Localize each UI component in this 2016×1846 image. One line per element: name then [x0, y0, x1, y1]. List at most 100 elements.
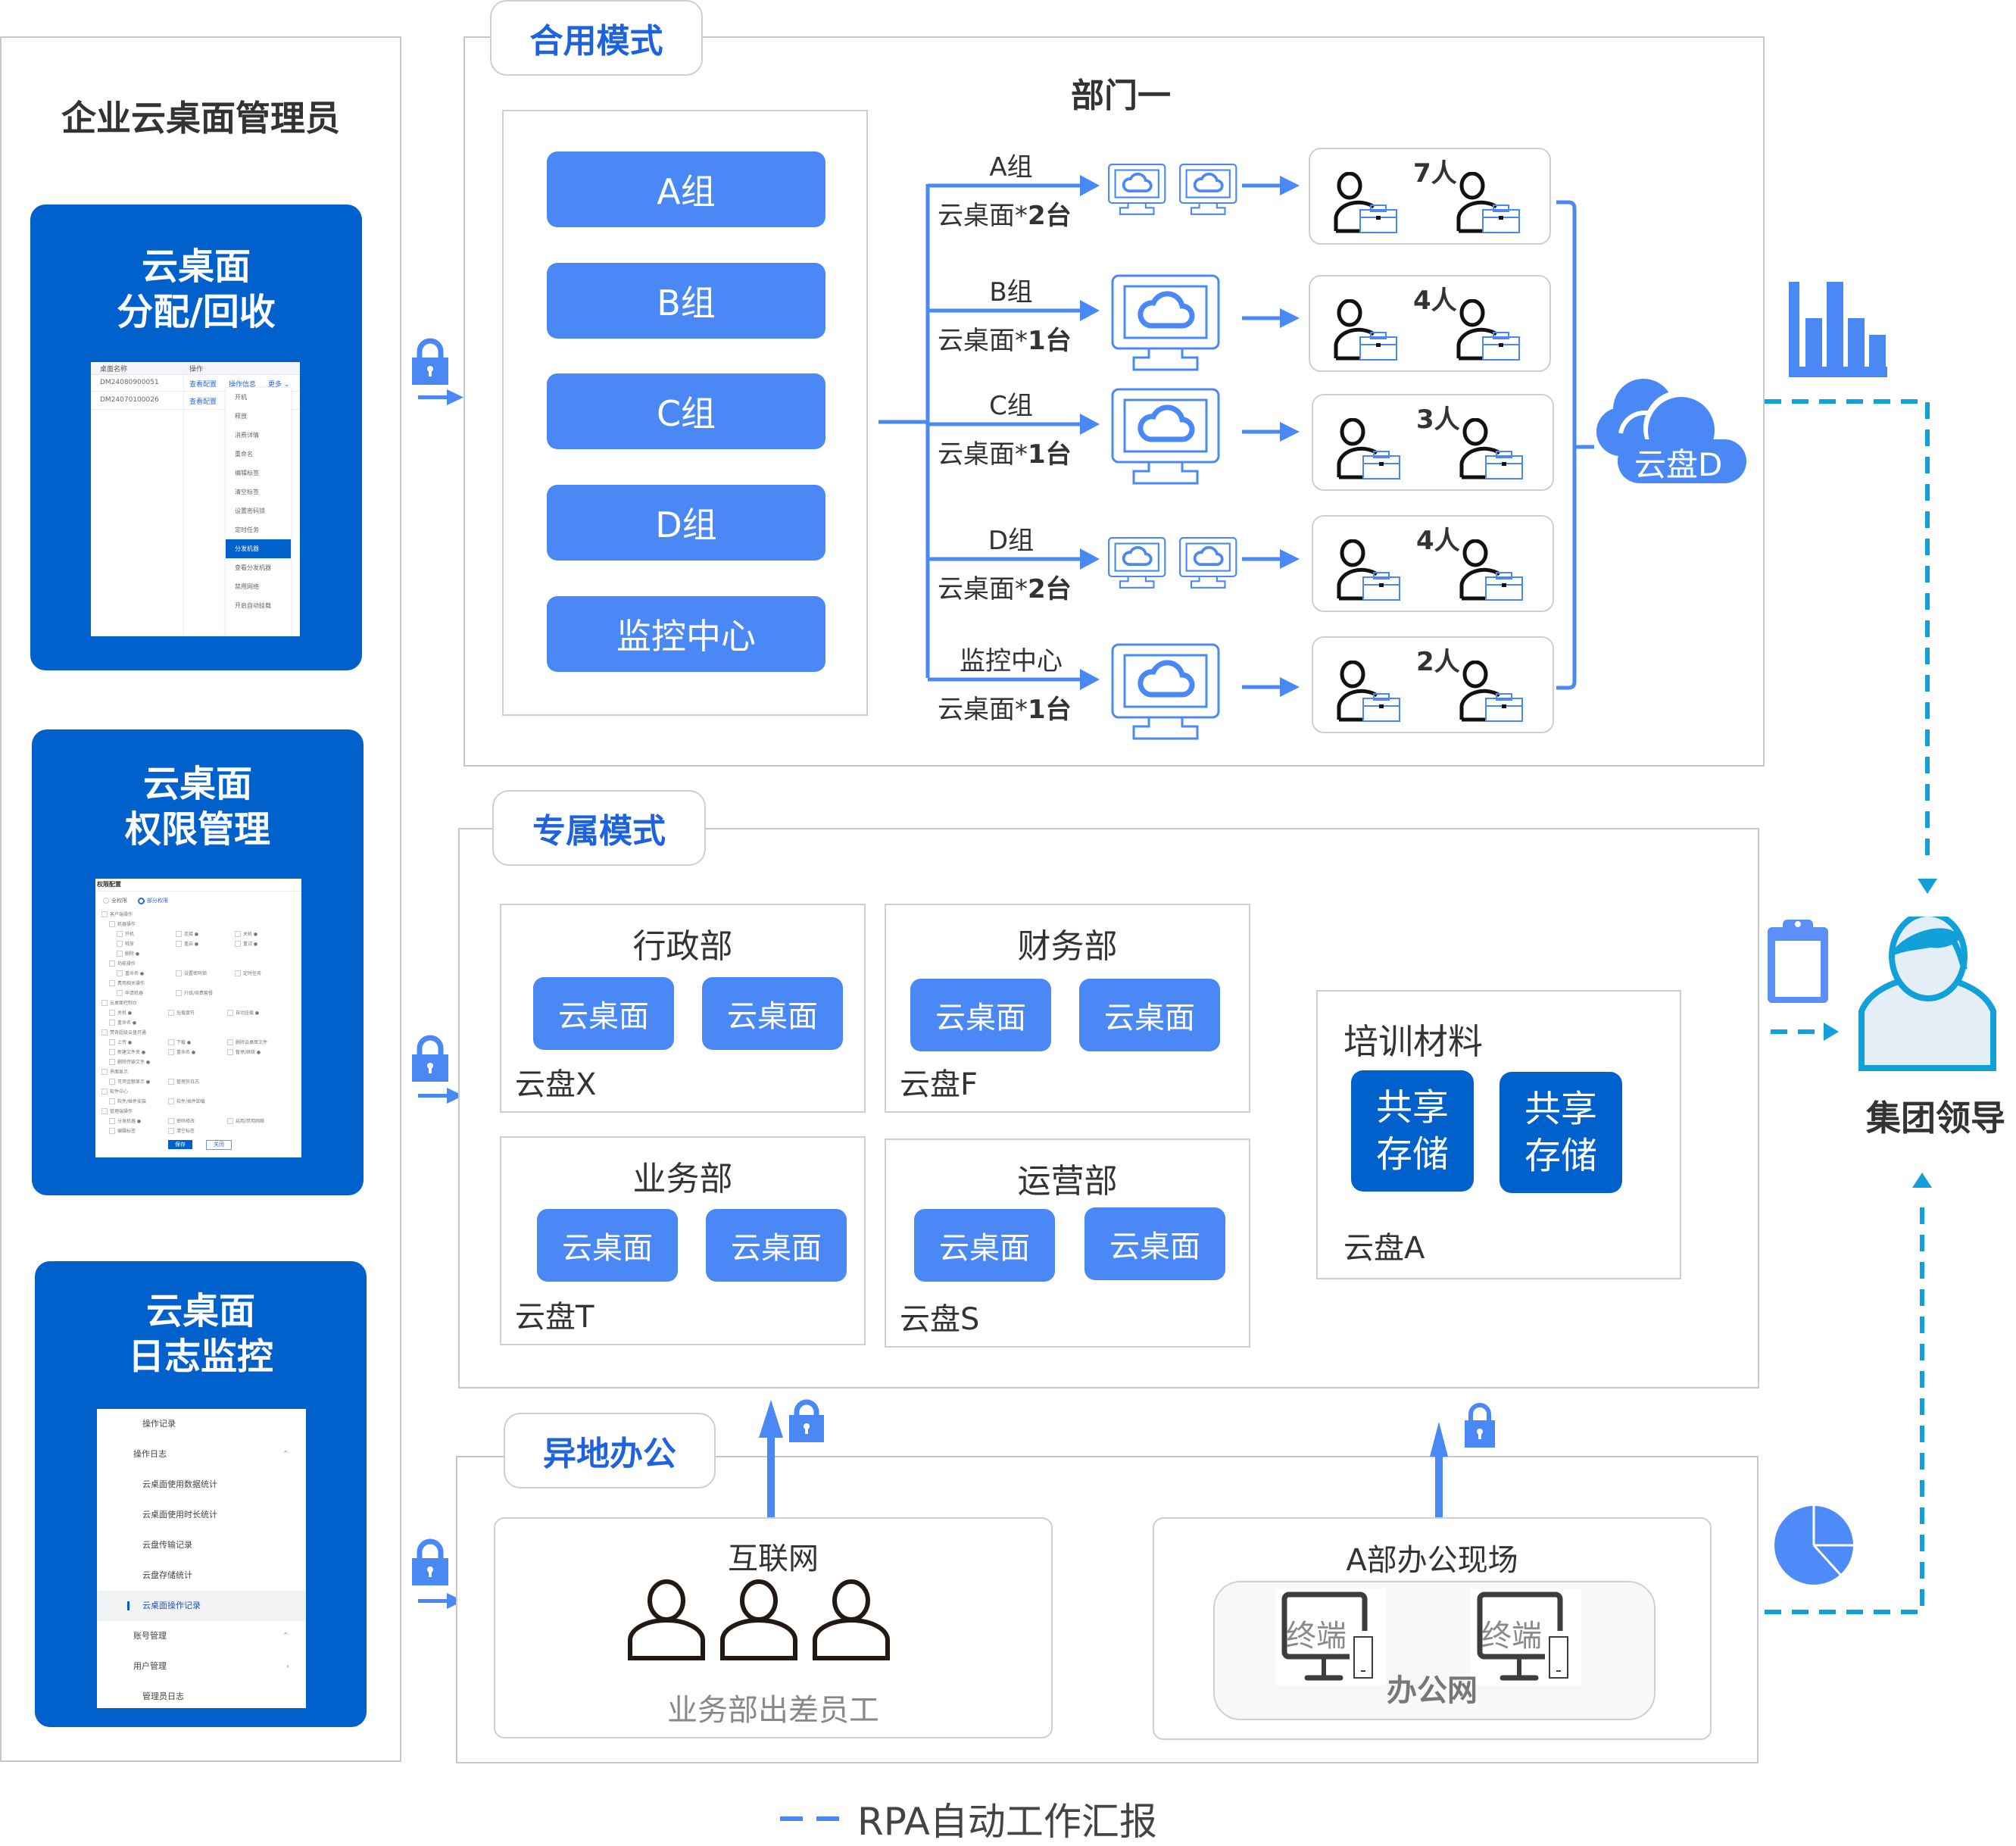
permission-row: 删除 ●: [101, 948, 300, 958]
cloud-desktop-button[interactable]: 云桌面: [1079, 979, 1220, 1051]
permission-checkbox[interactable]: 开机: [117, 930, 134, 937]
menu-item[interactable]: 重命名: [226, 445, 291, 464]
log-menu-item[interactable]: 云桌面使用数据统计: [97, 1470, 306, 1500]
permission-checkbox[interactable]: 软件/插件安装: [109, 1098, 146, 1104]
permission-checkbox[interactable]: 挂载盘符: [168, 1009, 195, 1016]
permission-checkbox[interactable]: 清空标签: [168, 1127, 195, 1134]
cloud-desktop-button[interactable]: 云桌面: [706, 1209, 847, 1282]
permission-checkbox[interactable]: 重启 ●: [176, 940, 198, 947]
menu-item[interactable]: 查看分发机器: [226, 558, 291, 577]
permission-checkbox[interactable]: 自动挂载 ●: [227, 1009, 259, 1016]
cloud-desktop-button[interactable]: 云桌面: [914, 1209, 1055, 1282]
permission-checkbox[interactable]: 暂停/继续 ●: [227, 1048, 261, 1055]
permission-row: 释放 重启 ● 重试 ●: [101, 939, 300, 948]
permission-checkbox[interactable]: 管理员日志: [168, 1078, 199, 1085]
permission-checkbox[interactable]: 上传 ●: [109, 1039, 132, 1045]
permission-checkbox[interactable]: 密码修改: [168, 1117, 195, 1124]
permission-checkbox[interactable]: 下载 ●: [168, 1039, 191, 1045]
cloud-desktop-button[interactable]: 云桌面: [910, 979, 1051, 1051]
permission-checkbox[interactable]: 功能操作: [109, 960, 136, 967]
permission-checkbox[interactable]: 管理端操作: [101, 1107, 133, 1114]
menu-item[interactable]: 禁用网络: [226, 577, 291, 596]
branch-desktop-count: 云桌面*1台: [938, 695, 1072, 725]
menu-item[interactable]: 清空标签: [226, 483, 291, 501]
permission-checkbox[interactable]: 升级/续费套餐: [176, 989, 213, 996]
shared-storage-button[interactable]: 共享 存储: [1351, 1070, 1474, 1192]
permission-checkbox[interactable]: 重试 ●: [235, 940, 257, 947]
menu-item[interactable]: 编辑标签: [226, 464, 291, 483]
cloud-desktop-monitor-icon: [1179, 164, 1237, 215]
cloud-desktop-button[interactable]: 云桌面: [533, 977, 674, 1050]
card-permission[interactable]: 云桌面 权限管理 权限配置 全权限 部分权限 客户端操作 机器操作 开机 连接 ● 关机…: [32, 729, 364, 1195]
permission-checkbox[interactable]: 机器操作: [109, 920, 136, 927]
permission-checkbox[interactable]: 编辑标签: [109, 1127, 136, 1134]
log-menu-item[interactable]: 操作日志 ⌃: [97, 1439, 306, 1470]
menu-item[interactable]: 设置密码锁: [226, 501, 291, 520]
group-button-a[interactable]: A组: [547, 151, 825, 227]
log-menu-item[interactable]: 用户管理 ›: [97, 1651, 306, 1682]
radio-partial[interactable]: 部分权限: [138, 897, 168, 904]
view-config-link[interactable]: 查看配置: [189, 379, 217, 389]
log-menu-item[interactable]: 账号管理 ⌃: [97, 1621, 306, 1651]
permission-checkbox[interactable]: 界面显示: [101, 1068, 128, 1075]
shared-storage-button[interactable]: 共享 存储: [1500, 1072, 1622, 1193]
legend: RPA自动工作汇报: [780, 1791, 1157, 1846]
permission-checkbox[interactable]: 定时任务: [235, 970, 261, 976]
permission-checkbox[interactable]: 删除云桌面文件: [227, 1039, 267, 1045]
cloud-desktop-button[interactable]: 云桌面: [1084, 1207, 1225, 1280]
menu-item[interactable]: 开启自动挂载: [226, 596, 291, 615]
office-title: A部办公现场: [1346, 1543, 1518, 1578]
menu-item[interactable]: 消费详情: [226, 426, 291, 445]
permission-checkbox[interactable]: 赞奇超级云盘开通: [101, 1029, 146, 1035]
permission-checkbox[interactable]: 费用相关操作: [109, 979, 145, 986]
permission-checkbox[interactable]: 分发机器 ●: [109, 1117, 141, 1124]
card-log-monitor[interactable]: 云桌面 日志监控 操作记录 操作日志 ⌃ 云桌面使用数据统计 云桌面使用时长统计 云盘传输…: [35, 1261, 367, 1727]
permission-checkbox[interactable]: 重命名 ●: [117, 970, 144, 976]
cloud-desktops[interactable]: [1109, 642, 1223, 740]
permission-checkbox[interactable]: 关机 ●: [235, 930, 257, 937]
permission-checkbox[interactable]: 删除传输文件 ●: [109, 1058, 150, 1065]
permission-checkbox[interactable]: 连接 ●: [176, 930, 198, 937]
permission-checkbox[interactable]: 释放: [117, 940, 134, 947]
log-menu-item[interactable]: 云桌面操作记录: [97, 1591, 306, 1621]
group-button-c[interactable]: C组: [547, 373, 825, 449]
log-menu-item[interactable]: 云盘传输记录: [97, 1530, 306, 1560]
view-config-link[interactable]: 查看配置: [189, 396, 217, 406]
permission-checkbox[interactable]: 启用/禁用网络: [227, 1117, 264, 1124]
permission-checkbox[interactable]: 删除 ●: [117, 950, 139, 957]
lock-icon: [412, 1035, 448, 1082]
close-button[interactable]: 关闭: [206, 1140, 232, 1150]
log-menu-item[interactable]: 云盘存储统计: [97, 1560, 306, 1591]
save-button[interactable]: 保存: [168, 1140, 192, 1149]
cloud-desktop-button[interactable]: 云桌面: [537, 1209, 678, 1282]
cloud-desktops[interactable]: [1109, 386, 1223, 485]
permission-checkbox[interactable]: 重命名 ●: [109, 1019, 136, 1026]
permission-checkbox[interactable]: 关机 ●: [109, 1009, 132, 1016]
permission-checkbox[interactable]: 云桌面控制台: [101, 999, 137, 1006]
menu-item[interactable]: 释放: [226, 407, 291, 426]
group-button-monitor[interactable]: 监控中心: [547, 596, 825, 672]
permission-checkbox[interactable]: 重命名 ●: [168, 1048, 195, 1055]
menu-item[interactable]: 开机: [226, 388, 291, 407]
cloud-desktops[interactable]: [1107, 163, 1239, 217]
user-group-box: 3人: [1312, 394, 1554, 491]
permission-checkbox[interactable]: 客户端操作: [101, 911, 133, 917]
log-menu-item[interactable]: 管理员日志: [97, 1682, 306, 1708]
card-allocate-recycle[interactable]: 云桌面 分配/回收 桌面名称 操作 DM24080900051 查看配置 操作信…: [30, 205, 362, 670]
menu-item[interactable]: 定时任务: [226, 520, 291, 539]
group-button-d[interactable]: D组: [547, 485, 825, 561]
group-button-b[interactable]: B组: [547, 263, 825, 339]
permission-checkbox[interactable]: 申请机器: [117, 989, 143, 996]
permission-checkbox[interactable]: 新建文件夹 ●: [109, 1048, 145, 1055]
menu-item[interactable]: 分发机器: [226, 539, 291, 558]
permission-checkbox[interactable]: 设置密码锁: [176, 970, 207, 976]
cloud-desktop-button[interactable]: 云桌面: [702, 977, 843, 1050]
permission-checkbox[interactable]: 可用金额显示 ●: [109, 1078, 150, 1085]
log-menu-item[interactable]: 操作记录: [97, 1409, 306, 1439]
permission-checkbox[interactable]: 软件中心: [101, 1088, 128, 1095]
permission-checkbox[interactable]: 软件/插件卸载: [168, 1098, 205, 1104]
cloud-desktops[interactable]: [1109, 273, 1223, 371]
radio-full[interactable]: 全权限: [103, 897, 127, 904]
log-menu-item[interactable]: 云桌面使用时长统计: [97, 1500, 306, 1530]
cloud-desktops[interactable]: [1107, 536, 1239, 591]
